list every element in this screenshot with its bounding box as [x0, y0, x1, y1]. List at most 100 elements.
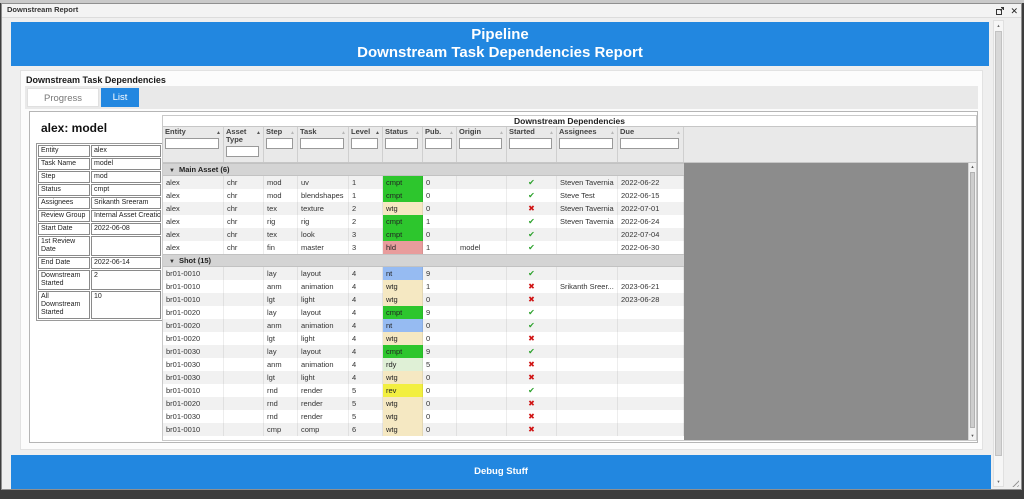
column-label: Task▲	[300, 128, 346, 136]
column-header-due[interactable]: Due▲	[618, 127, 684, 162]
task-info-label: 1st Review Date	[38, 236, 90, 256]
started-check-icon: ✔	[528, 386, 535, 395]
sort-asc-icon[interactable]: ▲	[375, 129, 380, 137]
task-info-row: AssigneesSrikanth Sreeram	[38, 197, 161, 209]
debug-stuff-button[interactable]: Debug Stuff	[11, 455, 991, 489]
cell-status: wtg	[383, 280, 423, 293]
column-header-level[interactable]: Level▲	[349, 127, 383, 162]
task-info-title: alex: model	[41, 121, 107, 135]
column-header-entity[interactable]: Entity▲	[163, 127, 224, 162]
cell-origin	[457, 306, 507, 319]
sort-asc-icon[interactable]: ▲	[415, 129, 420, 137]
sort-asc-icon[interactable]: ▲	[499, 129, 504, 137]
close-icon[interactable]: ✕	[1010, 5, 1018, 17]
column-header-status[interactable]: Status▲	[383, 127, 423, 162]
table-scrollbar-thumb[interactable]	[970, 172, 975, 428]
cell-level: 5	[349, 384, 383, 397]
table-row[interactable]: br01-0010laylayout4nt9✔	[163, 267, 684, 280]
column-header-assignees[interactable]: Assignees▲	[557, 127, 618, 162]
cell-origin	[457, 228, 507, 241]
column-label: Origin▲	[459, 128, 504, 136]
scroll-up-icon[interactable]: ▲	[969, 163, 976, 171]
column-header-origin[interactable]: Origin▲	[457, 127, 507, 162]
table-row[interactable]: alexchrrigrig2cmpt1✔Steven Tavernia2022-…	[163, 215, 684, 228]
started-check-icon: ✔	[528, 347, 535, 356]
sort-asc-icon[interactable]: ▲	[549, 129, 554, 137]
table-row[interactable]: br01-0030lgtlight4wtg0✖	[163, 371, 684, 384]
cell-pub: 1	[423, 280, 457, 293]
cell-step: cmp	[264, 423, 298, 436]
sort-asc-icon[interactable]: ▲	[449, 129, 454, 137]
collapse-icon[interactable]: ▼	[169, 259, 175, 265]
table-row[interactable]: alexchrtextexture2wtg0✖Steven Tavernia20…	[163, 202, 684, 215]
cell-assignees	[557, 345, 618, 358]
collapse-icon[interactable]: ▼	[169, 168, 175, 174]
table-row[interactable]: br01-0010cmpcomp6wtg0✖	[163, 423, 684, 436]
table-row[interactable]: br01-0030laylayout4cmpt9✔	[163, 345, 684, 358]
cell-level: 4	[349, 345, 383, 358]
column-header-pub[interactable]: Pub.▲	[423, 127, 457, 162]
sort-asc-icon[interactable]: ▲	[341, 129, 346, 137]
table-row[interactable]: br01-0010rndrender5rev0✔	[163, 384, 684, 397]
table-row[interactable]: alexchrmoduv1cmpt0✔Steven Tavernia2022-0…	[163, 176, 684, 189]
filter-input-due[interactable]	[620, 138, 679, 149]
scroll-down-icon[interactable]: ▼	[969, 432, 976, 440]
filter-input-assignees[interactable]	[559, 138, 613, 149]
table-row[interactable]: br01-0030rndrender5wtg0✖	[163, 410, 684, 423]
cell-entity: alex	[163, 176, 224, 189]
window-scrollbar[interactable]: ▲ ▼	[993, 20, 1004, 487]
filter-input-entity[interactable]	[165, 138, 219, 149]
tab-progress[interactable]: Progress	[27, 88, 99, 107]
filter-input-step[interactable]	[266, 138, 293, 149]
window-scroll-up-icon[interactable]: ▲	[994, 21, 1003, 30]
column-header-step[interactable]: Step▲	[264, 127, 298, 162]
sort-asc-icon[interactable]: ▲	[256, 129, 261, 137]
resize-grip[interactable]	[1010, 478, 1019, 487]
cell-started: ✖	[507, 280, 557, 293]
table-row[interactable]: br01-0010lgtlight4wtg0✖2023-06-28	[163, 293, 684, 306]
column-header-task[interactable]: Task▲	[298, 127, 349, 162]
group-header-row[interactable]: ▼Shot (15)	[163, 254, 684, 267]
window-scroll-down-icon[interactable]: ▼	[994, 477, 1003, 486]
column-header-started[interactable]: Started▲	[507, 127, 557, 162]
cell-asset_type	[224, 293, 264, 306]
table-scrollbar[interactable]: ▲ ▼	[968, 163, 976, 440]
sort-asc-icon[interactable]: ▲	[610, 129, 615, 137]
table-row[interactable]: br01-0030anmanimation4rdy5✖	[163, 358, 684, 371]
table-row[interactable]: br01-0020anmanimation4nt0✔	[163, 319, 684, 332]
cell-status: cmpt	[383, 306, 423, 319]
filter-input-asset-type[interactable]	[226, 146, 259, 157]
table-row[interactable]: alexchrtexlook3cmpt0✔2022-07-04	[163, 228, 684, 241]
started-check-icon: ✔	[528, 308, 535, 317]
cell-level: 2	[349, 202, 383, 215]
table-row[interactable]: br01-0020lgtlight4wtg0✖	[163, 332, 684, 345]
filter-input-status[interactable]	[385, 138, 418, 149]
restore-window-icon[interactable]	[995, 6, 1005, 16]
column-header-asset-type[interactable]: Asset Type▲	[224, 127, 264, 162]
filter-input-started[interactable]	[509, 138, 552, 149]
cell-due: 2022-06-24	[618, 215, 684, 228]
table-row[interactable]: alexchrfinmaster3hld1model✔2022-06-30	[163, 241, 684, 254]
sort-asc-icon[interactable]: ▲	[216, 129, 221, 137]
filter-input-task[interactable]	[300, 138, 344, 149]
cell-assignees	[557, 267, 618, 280]
filter-input-pub[interactable]	[425, 138, 452, 149]
tab-list[interactable]: List	[101, 88, 139, 107]
tab-bar: Progress List	[25, 86, 978, 109]
sort-asc-icon[interactable]: ▲	[290, 129, 295, 137]
table-row[interactable]: br01-0020rndrender5wtg0✖	[163, 397, 684, 410]
sort-asc-icon[interactable]: ▲	[676, 129, 681, 137]
window-titlebar[interactable]: Downstream Report ✕	[2, 4, 1021, 18]
task-info-row: Statuscmpt	[38, 184, 161, 196]
table-row[interactable]: br01-0010anmanimation4wtg1✖Srikanth Sree…	[163, 280, 684, 293]
window-scrollbar-thumb[interactable]	[995, 31, 1002, 456]
filter-input-level[interactable]	[351, 138, 378, 149]
table-row[interactable]: alexchrmodblendshapes1cmpt0✔Steve Test20…	[163, 189, 684, 202]
group-header-row[interactable]: ▼Main Asset (6)	[163, 163, 684, 176]
cell-entity: br01-0030	[163, 371, 224, 384]
filter-input-origin[interactable]	[459, 138, 502, 149]
cell-origin	[457, 280, 507, 293]
cell-task: light	[298, 371, 349, 384]
table-row[interactable]: br01-0020laylayout4cmpt9✔	[163, 306, 684, 319]
window-controls: ✕	[995, 4, 1018, 17]
